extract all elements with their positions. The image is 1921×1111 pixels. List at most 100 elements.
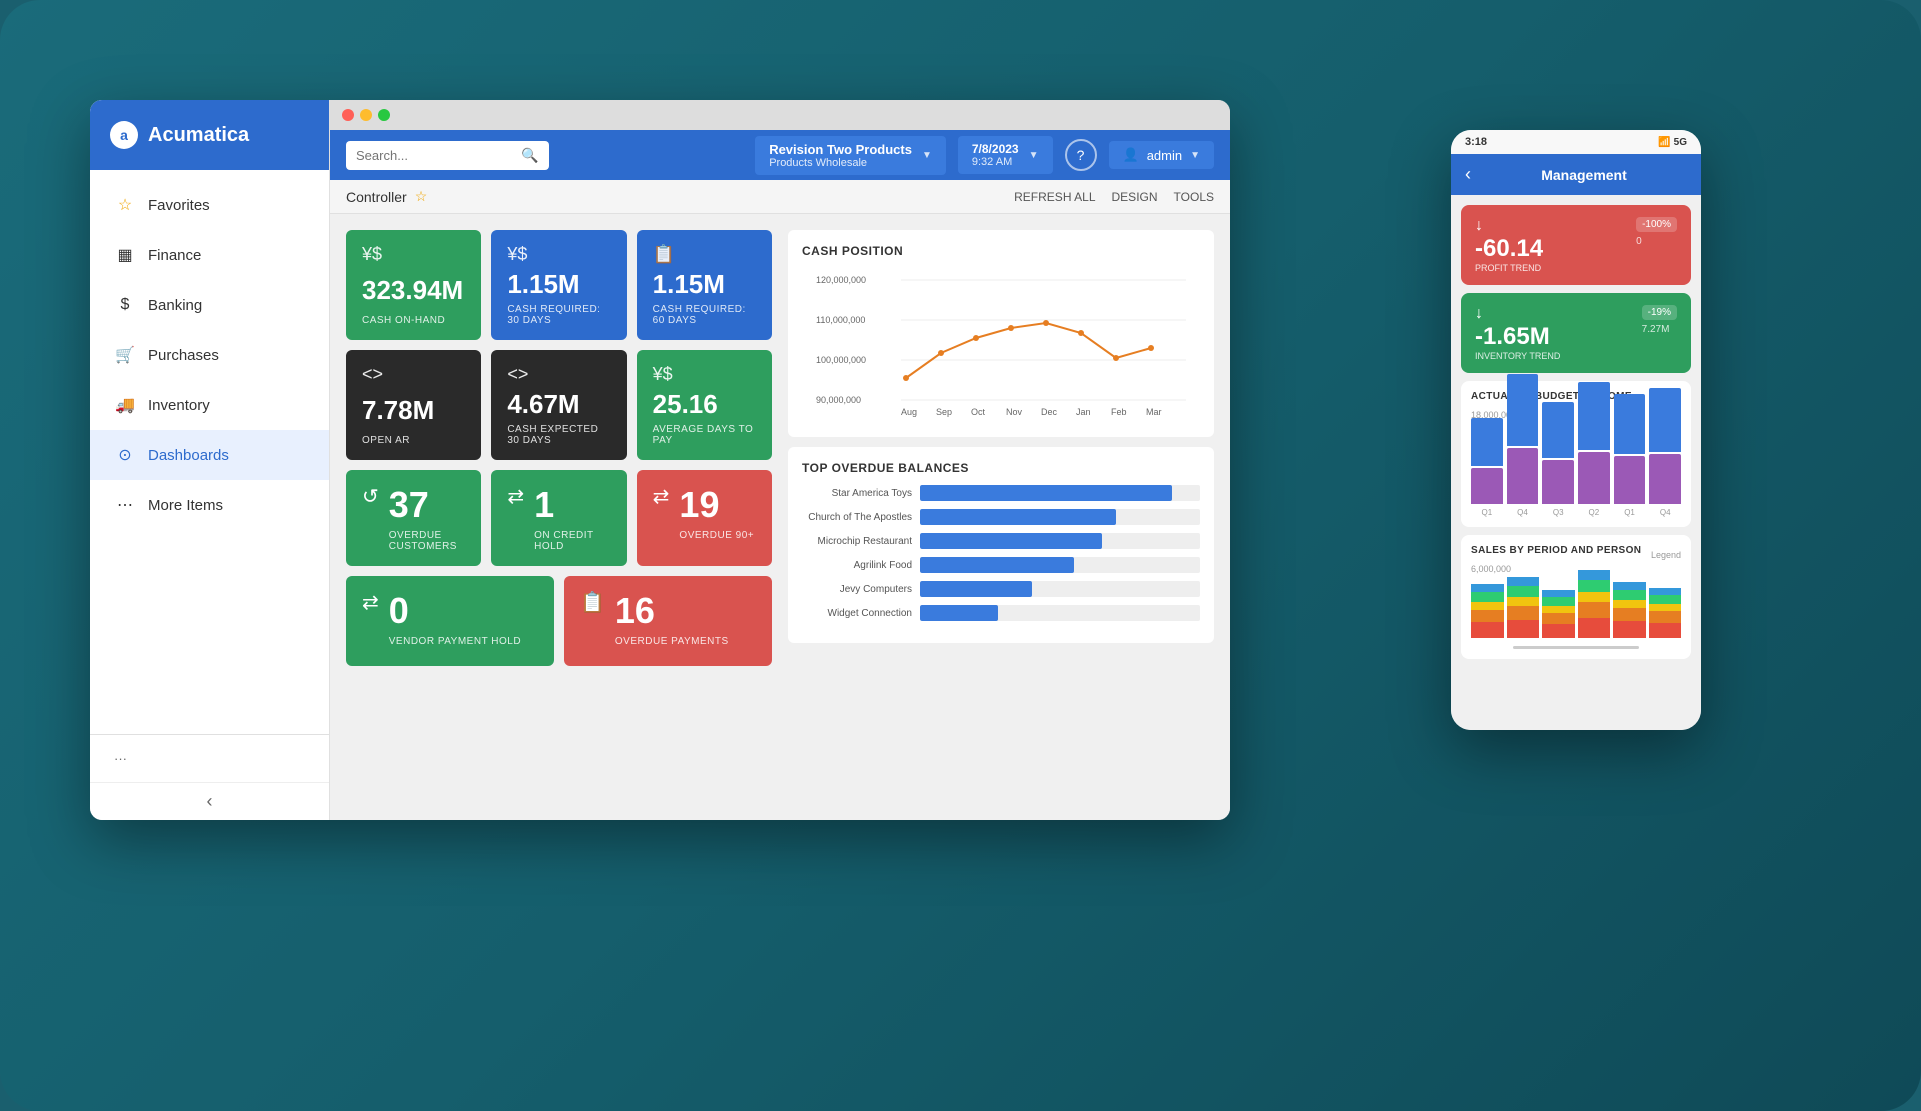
overdue-chart-title: TOP OVERDUE BALANCES	[802, 461, 1200, 475]
search-box[interactable]: 🔍	[346, 141, 549, 170]
overdue-payments-tile[interactable]: 📋 16 OVERDUE PAYMENTS	[564, 576, 772, 666]
search-icon[interactable]: 🔍	[521, 147, 538, 164]
mobile-card-value: -60.14	[1475, 235, 1543, 263]
user-menu[interactable]: 👤 admin ▼	[1109, 141, 1215, 169]
window-maximize-btn[interactable]	[378, 109, 390, 121]
overdue-value: 37	[389, 484, 466, 526]
x-label: Q1	[1471, 508, 1503, 517]
sidebar-item-favorites[interactable]: ☆ Favorites	[90, 180, 329, 230]
kpi-cash-30[interactable]: ¥$ 1.15M CASH REQUIRED: 30 DAYS	[491, 230, 626, 340]
svg-text:Dec: Dec	[1041, 407, 1058, 417]
search-input[interactable]	[356, 148, 513, 163]
desktop-window: a Acumatica ☆ Favorites ▦ Finance $ Bank…	[90, 100, 1230, 820]
vendor-hold-tile[interactable]: ⇄ 0 VENDOR PAYMENT HOLD	[346, 576, 554, 666]
kpi-cash-expected[interactable]: <> 4.67M CASH EXPECTED 30 DAYS	[491, 350, 626, 460]
stacked-bar	[1471, 584, 1504, 638]
bar-label: Church of The Apostles	[802, 512, 912, 523]
chevron-down-icon: ▼	[1029, 150, 1039, 161]
mobile-stacked-bar-chart	[1471, 578, 1681, 638]
sidebar-item-dashboards[interactable]: ⊙ Dashboards	[90, 430, 329, 480]
seg	[1542, 606, 1575, 613]
down-arrow-icon: ↓	[1475, 305, 1560, 323]
time-display: 9:32 AM	[972, 156, 1019, 168]
sidebar-item-finance[interactable]: ▦ Finance	[90, 230, 329, 280]
user-icon: 👤	[1123, 147, 1139, 163]
mobile-card-value: -1.65M	[1475, 323, 1560, 351]
bar-a	[1614, 394, 1646, 454]
tools-btn[interactable]: TOOLS	[1174, 190, 1214, 204]
stacked-bar	[1649, 588, 1682, 638]
sidebar-collapse-btn[interactable]: ‹	[90, 782, 329, 820]
question-icon: ?	[1077, 147, 1085, 163]
window-close-btn[interactable]	[342, 109, 354, 121]
chart-title: CASH POSITION	[802, 244, 1200, 258]
bar-label: Agrilink Food	[802, 560, 912, 571]
seg	[1613, 600, 1646, 608]
stacked-bar	[1613, 582, 1646, 638]
help-button[interactable]: ?	[1065, 139, 1097, 171]
x-label: Q4	[1507, 508, 1539, 517]
svg-text:100,000,000: 100,000,000	[816, 355, 866, 365]
overdue-90-tile[interactable]: ⇄ 19 OVERDUE 90+	[637, 470, 772, 566]
company-selector[interactable]: Revision Two Products Products Wholesale…	[755, 136, 946, 175]
datetime-selector[interactable]: 7/8/2023 9:32 AM ▼	[958, 136, 1053, 174]
kpi-open-ar[interactable]: <> 7.78M OPEN AR	[346, 350, 481, 460]
bar-track	[920, 605, 1200, 621]
mobile-inventory-trend-card[interactable]: ↓ -1.65M INVENTORY TREND -19% 7.27M	[1461, 293, 1691, 373]
kpi-label: CASH EXPECTED 30 DAYS	[507, 424, 610, 446]
sidebar-item-more-items[interactable]: ⋯ More Items	[90, 480, 329, 530]
bar-a	[1578, 382, 1610, 450]
overdue-label: OVERDUE PAYMENTS	[615, 636, 729, 647]
kpi-label: AVERAGE DAYS TO PAY	[653, 424, 756, 446]
seg	[1542, 590, 1575, 597]
refresh-all-btn[interactable]: REFRESH ALL	[1014, 190, 1095, 204]
transfer-icon: ⇄	[507, 484, 524, 509]
bar-label: Star America Toys	[802, 488, 912, 499]
overdue-value: 16	[615, 590, 729, 632]
bar-label: Microchip Restaurant	[802, 536, 912, 547]
seg	[1471, 584, 1504, 592]
sidebar-nav: ☆ Favorites ▦ Finance $ Banking 🛒 Purcha…	[90, 170, 329, 734]
favorite-icon[interactable]: ☆	[415, 188, 428, 205]
dashboard-icon: ⊙	[114, 444, 136, 466]
bar-b	[1471, 468, 1503, 504]
mobile-header-title: Management	[1481, 167, 1687, 183]
mobile-profit-trend-card[interactable]: ↓ -60.14 PROFIT TREND -100% 0	[1461, 205, 1691, 285]
mobile-card-label: PROFIT TREND	[1475, 263, 1543, 273]
breadcrumb-actions: REFRESH ALL DESIGN TOOLS	[1014, 190, 1214, 204]
stacked-bar	[1578, 570, 1611, 638]
overdue-customers-tile[interactable]: ↺ 37 OVERDUE CUSTOMERS	[346, 470, 481, 566]
x-label: Q1	[1614, 508, 1646, 517]
user-name: admin	[1147, 148, 1182, 163]
kpi-value: 1.15M	[653, 269, 756, 300]
dollar-icon: $	[114, 294, 136, 316]
svg-text:Oct: Oct	[971, 407, 986, 417]
sidebar-item-label: Banking	[148, 297, 202, 314]
mobile-body: ↓ -60.14 PROFIT TREND -100% 0 ↓ -1.65M I…	[1451, 195, 1701, 730]
left-panel: ¥$ 323.94M CASH ON-HAND ¥$ 1.15M CASH RE…	[346, 230, 772, 727]
seg	[1507, 586, 1540, 597]
kpi-label: CASH REQUIRED: 30 DAYS	[507, 304, 610, 326]
bar-a	[1507, 374, 1539, 446]
transfer-icon: ⇄	[653, 484, 670, 509]
kpi-avg-days[interactable]: ¥$ 25.16 AVERAGE DAYS TO PAY	[637, 350, 772, 460]
sidebar-item-inventory[interactable]: 🚚 Inventory	[90, 380, 329, 430]
seg	[1649, 623, 1682, 638]
sidebar-item-label: More Items	[148, 497, 223, 514]
topbar: 🔍 Revision Two Products Products Wholesa…	[330, 130, 1230, 180]
back-icon[interactable]: ‹	[1465, 164, 1471, 185]
overdue-row-1: ↺ 37 OVERDUE CUSTOMERS ⇄ 1 ON C	[346, 470, 772, 566]
sidebar-item-purchases[interactable]: 🛒 Purchases	[90, 330, 329, 380]
window-minimize-btn[interactable]	[360, 109, 372, 121]
seg	[1578, 580, 1611, 592]
chevron-down-icon: ▼	[922, 150, 932, 161]
credit-hold-tile[interactable]: ⇄ 1 ON CREDIT HOLD	[491, 470, 626, 566]
sidebar-more[interactable]: ···	[90, 734, 329, 782]
bar-track	[920, 557, 1200, 573]
design-btn[interactable]: DESIGN	[1112, 190, 1158, 204]
svg-text:Aug: Aug	[901, 407, 917, 417]
kpi-cash-60[interactable]: 📋 1.15M CASH REQUIRED: 60 DAYS	[637, 230, 772, 340]
kpi-cash-on-hand[interactable]: ¥$ 323.94M CASH ON-HAND	[346, 230, 481, 340]
main-with-controls: 🔍 Revision Two Products Products Wholesa…	[330, 100, 1230, 820]
sidebar-item-banking[interactable]: $ Banking	[90, 280, 329, 330]
